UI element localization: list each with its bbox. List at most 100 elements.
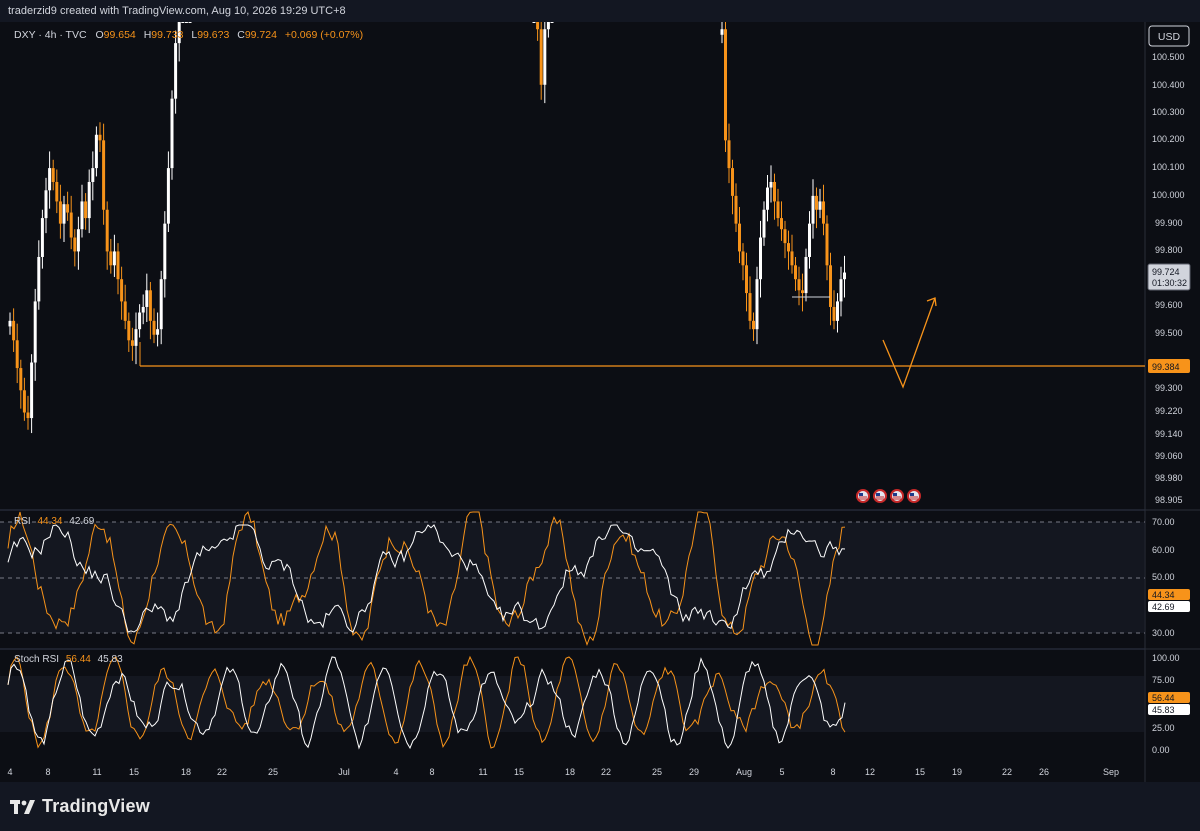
- candle: [152, 320, 156, 335]
- time-tick-label: 18: [181, 767, 191, 777]
- time-tick-label: 11: [92, 767, 101, 777]
- price-tick-label: 100.200: [1152, 134, 1185, 144]
- price-tick-label: 99.060: [1155, 451, 1183, 461]
- tradingview-wordmark: TradingView: [42, 796, 150, 816]
- candle: [76, 229, 80, 252]
- rsi-tick-label: 70.00: [1152, 517, 1175, 527]
- candle: [181, 22, 185, 23]
- price-tick-label: 100.000: [1152, 190, 1185, 200]
- candle: [19, 368, 23, 391]
- time-tick-label: 25: [652, 767, 662, 777]
- candle: [116, 251, 120, 280]
- time-tick-label: Sep: [1103, 767, 1119, 777]
- candle: [755, 279, 759, 330]
- rsi-ma-badge-text: 42.69: [1152, 602, 1175, 612]
- candle: [12, 320, 16, 341]
- price-tick-label: 98.905: [1155, 495, 1183, 505]
- price-tick-label: 98.980: [1155, 473, 1183, 483]
- candle: [769, 181, 773, 188]
- candle: [745, 265, 748, 294]
- candle: [773, 181, 776, 202]
- time-tick-label: 12: [865, 767, 875, 777]
- candle: [759, 237, 762, 280]
- price-tick-label: 99.140: [1155, 429, 1183, 439]
- candle: [22, 390, 26, 413]
- candle: [727, 140, 731, 169]
- last-price-badge: 99.724 01:30:32: [1147, 263, 1191, 291]
- candle: [130, 340, 134, 346]
- candle: [720, 29, 724, 35]
- candle: [91, 168, 95, 182]
- tradingview-logo[interactable]: TradingView: [10, 796, 150, 817]
- support-price-value: 99.384: [1152, 362, 1180, 372]
- candle: [109, 251, 113, 266]
- candle: [48, 168, 52, 191]
- time-tick-label: 26: [1039, 767, 1049, 777]
- candle: [62, 204, 66, 224]
- candle: [51, 168, 55, 182]
- time-tick-label: 15: [915, 767, 925, 777]
- candle: [37, 256, 41, 302]
- support-price-badge: 99.384: [1148, 359, 1190, 373]
- candle: [811, 195, 815, 224]
- time-tick-label: 18: [565, 767, 575, 777]
- candle: [69, 212, 73, 238]
- time-tick-label: 4: [7, 767, 12, 777]
- time-tick-label: 29: [689, 767, 699, 777]
- candle: [550, 22, 554, 23]
- candle: [752, 320, 755, 330]
- us-flag-icon[interactable]: [890, 489, 904, 503]
- rsi-tick-label: 30.00: [1152, 628, 1175, 638]
- candle: [174, 43, 178, 99]
- candle: [815, 195, 818, 210]
- price-tick-label: 100.300: [1152, 107, 1185, 117]
- footer-bar: TradingView: [0, 782, 1200, 831]
- candle: [170, 98, 174, 169]
- candle: [120, 279, 124, 302]
- candle: [839, 279, 843, 302]
- time-tick-label: 22: [601, 767, 611, 777]
- time-tick-label: 19: [952, 767, 962, 777]
- candle: [40, 218, 44, 257]
- candle: [163, 223, 167, 280]
- stoch-d-badge-text: 45.83: [1152, 705, 1175, 715]
- candle: [822, 201, 825, 224]
- time-tick-label: Jul: [338, 767, 350, 777]
- candle: [156, 329, 160, 335]
- stoch-legend: Stoch RSI 56.44 45.83: [14, 654, 123, 665]
- candle: [44, 190, 48, 219]
- candle: [184, 22, 188, 23]
- time-tick-label: 8: [45, 767, 50, 777]
- candle: [148, 290, 152, 321]
- rsi-tick-label: 50.00: [1152, 572, 1175, 582]
- candle: [801, 290, 804, 294]
- candle: [546, 22, 550, 30]
- candle: [780, 218, 783, 230]
- candle: [843, 272, 846, 280]
- stoch-band-fill: [0, 676, 1145, 732]
- currency-button[interactable]: USD: [1148, 25, 1190, 47]
- candle: [73, 237, 77, 252]
- price-tick-label: 99.220: [1155, 406, 1183, 416]
- candle: [741, 251, 745, 266]
- us-flag-icon[interactable]: [873, 489, 887, 503]
- price-tick-label: 99.500: [1155, 328, 1183, 338]
- candle: [15, 340, 19, 369]
- candle: [797, 279, 801, 291]
- time-tick-label: 11: [478, 767, 487, 777]
- stoch-tick-label: 100.00: [1152, 653, 1180, 663]
- us-flag-icon[interactable]: [856, 489, 870, 503]
- candle: [804, 256, 808, 294]
- us-flag-icon[interactable]: [907, 489, 921, 503]
- stoch-tick-label: 0.00: [1152, 745, 1170, 755]
- candle: [539, 29, 543, 85]
- candle: [127, 320, 131, 341]
- time-tick-label: 22: [217, 767, 227, 777]
- candle: [134, 329, 138, 346]
- currency-label: USD: [1158, 31, 1181, 43]
- chart-canvas[interactable]: DXY · 4h · TVC O99.654 H99.733 L99.6?3 C…: [0, 0, 1200, 782]
- candle: [80, 201, 84, 230]
- countdown-value: 01:30:32: [1152, 278, 1187, 288]
- time-tick-label: 15: [514, 767, 524, 777]
- rsi-value-badge-text: 44.34: [1152, 590, 1175, 600]
